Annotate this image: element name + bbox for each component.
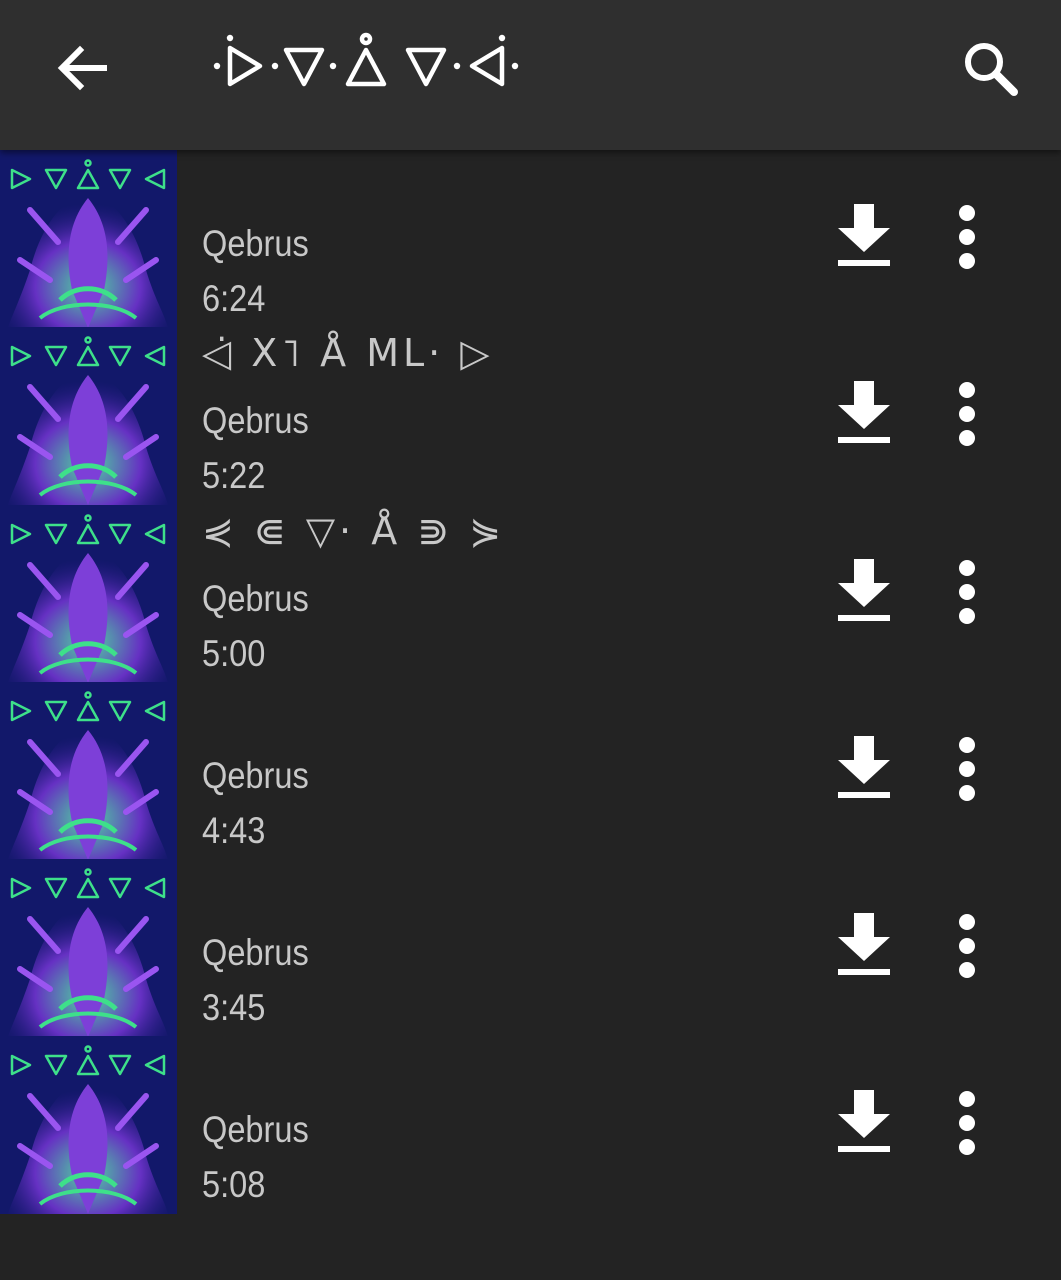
download-button[interactable] <box>830 732 898 802</box>
album-art-image <box>0 150 177 328</box>
more-vert-icon <box>959 736 975 801</box>
album-art <box>0 1036 177 1214</box>
download-icon <box>838 204 890 266</box>
track-duration: 6:24 <box>202 278 266 319</box>
album-art <box>0 504 177 682</box>
track-duration: 3:45 <box>202 987 266 1029</box>
download-button[interactable] <box>830 555 898 625</box>
track-row[interactable]: Qebrus 4:43 <box>0 681 1061 860</box>
more-options-button[interactable] <box>940 911 994 981</box>
download-icon <box>838 1090 890 1153</box>
album-art-image <box>0 681 177 860</box>
download-button[interactable] <box>830 1086 898 1156</box>
track-list: Qebrus 6:24 ◁̇ Χ˥ Å ML· ▷ Qebrus 5:22 ⋞ … <box>0 150 1061 1214</box>
track-row[interactable]: ◁̇ Χ˥ Å ML· ▷ Qebrus 5:22 <box>0 327 1061 505</box>
more-options-button[interactable] <box>940 202 994 272</box>
track-duration: 5:08 <box>202 1164 266 1206</box>
search-icon <box>965 43 1018 96</box>
more-vert-icon <box>959 1091 975 1156</box>
more-options-button[interactable] <box>940 379 994 449</box>
album-art-image <box>0 1036 177 1214</box>
more-options-button[interactable] <box>940 557 994 627</box>
track-row[interactable]: Qebrus 3:45 <box>0 859 1061 1037</box>
track-artist: Qebrus <box>202 400 309 442</box>
album-art <box>0 681 177 860</box>
app-bar <box>0 0 1061 150</box>
download-icon <box>838 913 890 976</box>
more-options-button[interactable] <box>940 734 994 804</box>
title-glyph-logo <box>213 32 519 87</box>
track-duration: 4:43 <box>202 809 266 851</box>
track-row[interactable]: ⋞ ⋐ ▽· Å ⋑ ⋟ Qebrus 5:00 <box>0 504 1061 682</box>
album-art <box>0 327 177 505</box>
more-vert-icon <box>959 914 975 979</box>
download-button[interactable] <box>830 909 898 979</box>
more-options-button[interactable] <box>940 1088 994 1158</box>
track-artist: Qebrus <box>202 577 309 619</box>
album-art <box>0 859 177 1037</box>
track-row[interactable]: Qebrus 6:24 <box>0 150 1061 328</box>
download-button[interactable] <box>830 200 898 270</box>
page-title <box>212 30 532 100</box>
back-button[interactable] <box>52 38 112 98</box>
album-art-image <box>0 327 177 505</box>
search-button[interactable] <box>958 36 1024 102</box>
download-button[interactable] <box>830 377 898 447</box>
download-icon <box>838 735 890 798</box>
album-art-image <box>0 504 177 682</box>
track-duration: 5:22 <box>202 455 266 497</box>
track-row[interactable]: Qebrus 5:08 <box>0 1036 1061 1214</box>
track-title: ◁̇ Χ˥ Å ML· ▷ <box>202 331 494 376</box>
track-duration: 5:00 <box>202 632 266 674</box>
download-icon <box>838 381 890 444</box>
more-vert-icon <box>959 559 975 624</box>
track-artist: Qebrus <box>202 223 309 264</box>
more-vert-icon <box>959 205 975 269</box>
track-artist: Qebrus <box>202 932 309 974</box>
download-icon <box>838 558 890 621</box>
track-artist: Qebrus <box>202 754 309 796</box>
album-art <box>0 150 177 328</box>
more-vert-icon <box>959 382 975 447</box>
track-title: ⋞ ⋐ ▽· Å ⋑ ⋟ <box>202 508 506 553</box>
arrow-back-icon <box>57 45 107 91</box>
album-art-image <box>0 859 177 1037</box>
track-artist: Qebrus <box>202 1109 309 1151</box>
